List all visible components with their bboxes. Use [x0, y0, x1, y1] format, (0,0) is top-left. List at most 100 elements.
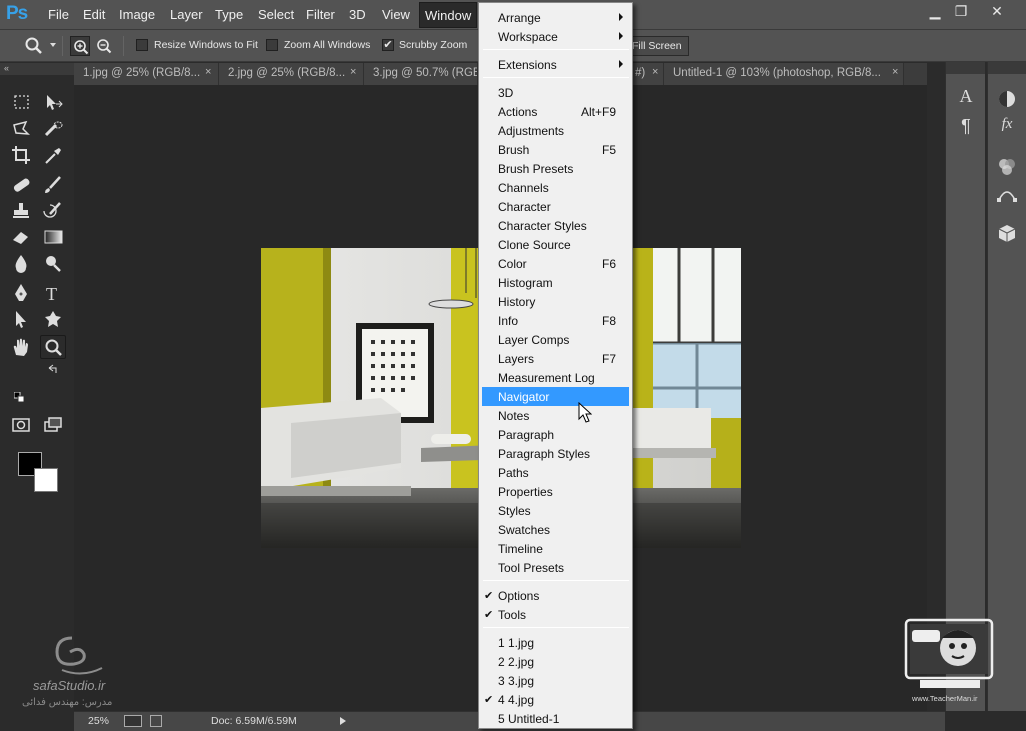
eraser-tool-icon[interactable] [8, 225, 34, 249]
menu-3d[interactable]: 3D [349, 7, 366, 22]
quick-selection-tool-icon[interactable] [40, 117, 66, 141]
menu-item-swatches[interactable]: Swatches [482, 520, 629, 539]
zoom-out-icon[interactable] [94, 36, 114, 56]
menu-item-tool-presets[interactable]: Tool Presets [482, 558, 629, 577]
scrubby-zoom-checkbox[interactable]: ✔ [382, 39, 394, 51]
menu-item-options[interactable]: ✔ Options [482, 586, 629, 605]
menu-item-timeline[interactable]: Timeline [482, 539, 629, 558]
menu-item-tools[interactable]: ✔ Tools [482, 605, 629, 624]
resize-windows-checkbox[interactable] [136, 39, 148, 51]
clone-stamp-tool-icon[interactable] [8, 199, 34, 223]
menu-item-styles[interactable]: Styles [482, 501, 629, 520]
lasso-tool-icon[interactable] [8, 117, 34, 141]
zoom-tool-icon[interactable] [40, 335, 66, 359]
menu-file[interactable]: File [48, 7, 69, 22]
paragraph-panel-icon[interactable]: ¶ [951, 116, 981, 142]
screen-mode-icon[interactable] [40, 413, 66, 437]
blur-tool-icon[interactable] [8, 251, 34, 275]
menu-item-extensions[interactable]: Extensions [482, 55, 629, 74]
menu-item-histogram[interactable]: Histogram [482, 273, 629, 292]
zoom-level[interactable]: 25% [88, 715, 109, 727]
character-panel-icon[interactable]: A [951, 86, 981, 112]
tab-1-jpg[interactable]: 1.jpg @ 25% (RGB/8... × [74, 63, 219, 85]
menu-item-3d[interactable]: 3D [482, 83, 629, 102]
move-tool-icon[interactable] [40, 91, 66, 115]
healing-brush-tool-icon[interactable] [8, 173, 34, 197]
path-selection-tool-icon[interactable] [8, 307, 34, 331]
adjustments-panel-icon[interactable] [992, 86, 1022, 112]
share-icon[interactable] [150, 715, 162, 727]
menu-item-character-styles[interactable]: Character Styles [482, 216, 629, 235]
minimize-button[interactable]: ▁ [922, 3, 948, 20]
menu-item-1-1-jpg[interactable]: 1 1.jpg [482, 633, 629, 652]
status-menu-arrow-icon[interactable] [340, 717, 346, 725]
marquee-tool-icon[interactable] [8, 91, 34, 115]
tab-untitled-1[interactable]: Untitled-1 @ 103% (photoshop, RGB/8... × [664, 63, 904, 85]
quick-mask-icon[interactable] [8, 413, 34, 437]
swap-colors-icon[interactable] [48, 363, 58, 373]
panel-dock-header[interactable] [988, 62, 1026, 74]
zoom-all-windows-checkbox[interactable] [266, 39, 278, 51]
tab-3-jpg[interactable]: 3.jpg @ 50.7% (RGB/8 [364, 63, 478, 85]
hand-tool-icon[interactable] [8, 335, 34, 359]
custom-shape-tool-icon[interactable] [40, 307, 66, 331]
pen-tool-icon[interactable] [8, 281, 34, 305]
tab-close-icon[interactable]: × [892, 66, 898, 78]
menu-edit[interactable]: Edit [83, 7, 105, 22]
menu-item-4-4-jpg[interactable]: ✔ 4 4.jpg [482, 690, 629, 709]
menu-item-paths[interactable]: Paths [482, 463, 629, 482]
menu-item-channels[interactable]: Channels [482, 178, 629, 197]
camera-icon[interactable] [124, 715, 142, 727]
menu-item-color[interactable]: Color F6 [482, 254, 629, 273]
eyedropper-tool-icon[interactable] [40, 143, 66, 167]
menu-item-navigator[interactable]: Navigator [482, 387, 629, 406]
menu-item-info[interactable]: Info F8 [482, 311, 629, 330]
toolbar-collapse-bar[interactable]: « [0, 63, 74, 75]
menu-item-layer-comps[interactable]: Layer Comps [482, 330, 629, 349]
zoom-in-icon[interactable] [70, 36, 90, 56]
collapse-arrows-icon[interactable]: « [4, 63, 9, 73]
tab-close-icon[interactable]: × [652, 66, 658, 78]
default-colors-icon[interactable] [13, 391, 25, 403]
gradient-tool-icon[interactable] [40, 225, 66, 249]
tab-close-icon[interactable]: × [350, 66, 356, 78]
tab-4-jpg[interactable]: #) × [633, 63, 664, 85]
menu-filter[interactable]: Filter [306, 7, 335, 22]
close-window-button[interactable]: ✕ [984, 3, 1010, 20]
menu-item-adjustments[interactable]: Adjustments [482, 121, 629, 140]
menu-image[interactable]: Image [119, 7, 155, 22]
menu-item-workspace[interactable]: Workspace [482, 27, 629, 46]
menu-item-layers[interactable]: Layers F7 [482, 349, 629, 368]
menu-item-history[interactable]: History [482, 292, 629, 311]
tab-2-jpg[interactable]: 2.jpg @ 25% (RGB/8... × [219, 63, 364, 85]
menu-view[interactable]: View [382, 7, 410, 22]
channels-panel-icon[interactable] [992, 156, 1022, 182]
menu-window[interactable]: Window [419, 2, 478, 28]
tool-preset-dropdown-icon[interactable] [50, 43, 56, 47]
menu-item-2-2-jpg[interactable]: 2 2.jpg [482, 652, 629, 671]
type-tool-icon[interactable]: T [40, 281, 66, 305]
background-color-swatch[interactable] [34, 468, 58, 492]
menu-select[interactable]: Select [258, 7, 294, 22]
panel-dock-header[interactable] [946, 62, 985, 74]
menu-item-brush[interactable]: Brush F5 [482, 140, 629, 159]
menu-layer[interactable]: Layer [170, 7, 203, 22]
paths-panel-icon[interactable] [992, 184, 1022, 210]
styles-panel-icon[interactable]: fx [992, 116, 1022, 142]
menu-item-brush-presets[interactable]: Brush Presets [482, 159, 629, 178]
restore-button[interactable]: ❐ [948, 3, 974, 20]
menu-item-paragraph-styles[interactable]: Paragraph Styles [482, 444, 629, 463]
zoom-tool-icon[interactable] [24, 36, 44, 56]
menu-item-properties[interactable]: Properties [482, 482, 629, 501]
layers-3d-panel-icon[interactable] [992, 222, 1022, 248]
menu-item-character[interactable]: Character [482, 197, 629, 216]
menu-item-notes[interactable]: Notes [482, 406, 629, 425]
menu-item-3-3-jpg[interactable]: 3 3.jpg [482, 671, 629, 690]
menu-type[interactable]: Type [215, 7, 243, 22]
menu-item-arrange[interactable]: Arrange [482, 8, 629, 27]
tab-close-icon[interactable]: × [205, 66, 211, 78]
menu-item-actions[interactable]: Actions Alt+F9 [482, 102, 629, 121]
menu-item-paragraph[interactable]: Paragraph [482, 425, 629, 444]
crop-tool-icon[interactable] [8, 143, 34, 167]
menu-item-clone-source[interactable]: Clone Source [482, 235, 629, 254]
